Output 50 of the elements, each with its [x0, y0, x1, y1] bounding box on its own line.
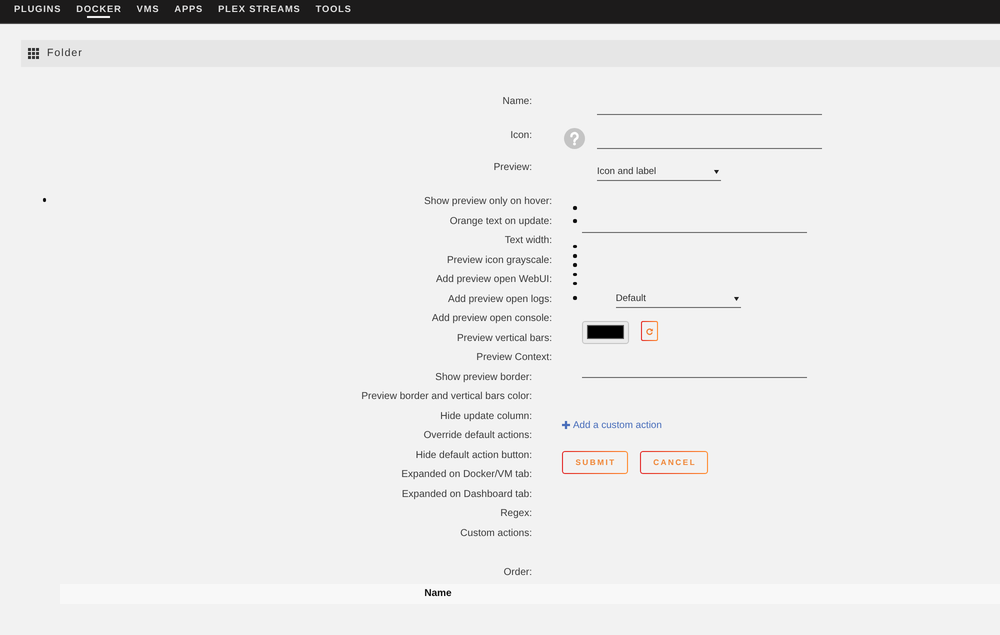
- field-label: Custom actions:: [460, 528, 532, 540]
- add-action-link[interactable]: Add a custom action: [562, 418, 662, 432]
- dropdown[interactable]: Icon and label: [597, 163, 721, 181]
- field-label: Show preview only on hover:: [424, 196, 552, 208]
- column-header: Name: [424, 588, 452, 600]
- bullet-icon: [573, 282, 577, 286]
- field-label: Add preview open console:: [432, 313, 552, 325]
- reset-button[interactable]: [641, 321, 658, 342]
- field-label: Preview border and vertical bars color:: [361, 391, 532, 403]
- bullet-icon: [573, 272, 577, 276]
- grid-icon: [28, 48, 39, 59]
- color-swatch-icon: [587, 325, 624, 340]
- caret-icon: [714, 170, 719, 174]
- field-label: Override default actions:: [424, 430, 532, 442]
- field-label: Text width:: [504, 235, 552, 247]
- bullet-icon: [573, 296, 577, 300]
- field-label: Hide default action button:: [416, 450, 532, 462]
- nav-tab[interactable]: PLEX STREAMS: [218, 4, 301, 18]
- field-label: Add preview open WebUI:: [436, 274, 552, 286]
- field-label: Orange text on update:: [450, 216, 552, 228]
- bullet-icon: [573, 263, 577, 267]
- nav-tab[interactable]: APPS: [174, 4, 204, 18]
- dropdown[interactable]: Default: [616, 290, 741, 308]
- field-label: Preview Context:: [476, 352, 552, 364]
- field-label: Preview:: [494, 162, 532, 174]
- color-picker[interactable]: [582, 320, 629, 344]
- circular-arrow-icon: [646, 328, 653, 335]
- nav-tab[interactable]: DOCKER: [76, 4, 122, 18]
- field-label: Preview icon grayscale:: [446, 254, 552, 266]
- caret-icon: [734, 296, 739, 301]
- bullet-icon: [42, 198, 46, 202]
- field-label: Order:: [504, 566, 532, 578]
- field-label: Expanded on Docker/VM tab:: [401, 469, 532, 481]
- field-label: Show preview border:: [435, 372, 532, 384]
- bullet-icon: [573, 206, 577, 210]
- field-label: Name:: [502, 96, 532, 108]
- field-label: Preview vertical bars:: [456, 332, 552, 344]
- field-label: Add preview open logs:: [448, 294, 552, 306]
- field-label: Expanded on Dashboard tab:: [402, 488, 532, 500]
- bullet-icon: [573, 244, 577, 248]
- field-label: Hide update column:: [440, 410, 532, 422]
- section-title: Folder: [47, 47, 83, 60]
- field-label: Regex:: [500, 508, 532, 520]
- plus-icon: [562, 421, 570, 430]
- bullet-icon: [573, 254, 577, 258]
- bullet-icon: [573, 219, 577, 222]
- nav-tab[interactable]: PLUGINS: [14, 4, 62, 18]
- nav-tab[interactable]: VMS: [136, 4, 160, 18]
- nav-tab[interactable]: TOOLS: [316, 4, 352, 18]
- field-label: Icon:: [510, 130, 532, 142]
